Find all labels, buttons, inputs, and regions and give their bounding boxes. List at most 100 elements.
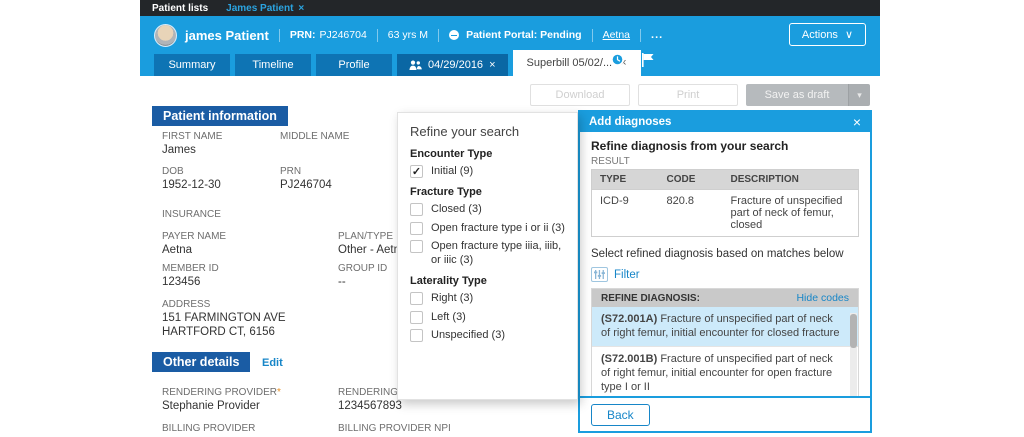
scrollbar-thumb[interactable]	[850, 314, 857, 348]
field-value-line1: 151 FARMINGTON AVE	[162, 312, 286, 324]
checkbox-icon[interactable]	[410, 310, 423, 324]
refine-diagnosis-subtitle: Refine diagnosis from your search	[591, 139, 789, 153]
save-options-caret-icon[interactable]: ▾	[848, 84, 870, 106]
flag-icon[interactable]	[641, 52, 655, 67]
field-rendering-provider: RENDERING PROVIDER* Stephanie Provider	[162, 387, 281, 412]
checkbox-icon[interactable]	[410, 329, 423, 343]
more-menu-icon[interactable]: ...	[651, 29, 663, 41]
checkbox-icon[interactable]	[410, 221, 423, 235]
close-icon[interactable]: ×	[298, 3, 304, 14]
save-as-draft-button[interactable]: Save as draft	[746, 84, 848, 106]
option-label: Initial (9)	[431, 165, 474, 177]
diagnosis-item-s72001b[interactable]: (S72.001B) Fracture of unspecified part …	[592, 345, 858, 396]
close-icon[interactable]: ×	[489, 59, 495, 71]
diagnosis-code: (S72.001A)	[601, 313, 658, 325]
divider	[438, 28, 440, 42]
chevron-down-icon: ∨	[844, 29, 853, 41]
add-diagnoses-modal: Add diagnoses × Refine diagnosis from yo…	[578, 110, 872, 433]
tab-profile[interactable]: Profile	[316, 54, 392, 76]
ehr-window: Patient lists James Patient × james Pati…	[140, 0, 880, 437]
field-prn: PRN PJ246704	[280, 166, 332, 191]
insurance-link[interactable]: Aetna	[603, 29, 630, 41]
filter-label: Filter	[614, 268, 640, 281]
encounter-type-heading: Encounter Type	[410, 148, 493, 160]
col-type: TYPE	[591, 169, 659, 190]
patient-avatar	[154, 23, 177, 47]
popup-title: Refine your search	[410, 124, 520, 139]
checkbox-icon[interactable]: ✓	[410, 165, 423, 178]
field-label: RENDERING PROVIDER*	[162, 387, 281, 398]
field-label: FIRST NAME	[162, 131, 223, 142]
tab-patient-lists[interactable]: Patient lists	[152, 3, 208, 14]
field-label: DOB	[162, 166, 184, 177]
checkbox-icon[interactable]	[410, 202, 423, 216]
field-label: BILLING PROVIDER NPI	[338, 423, 451, 434]
divider	[278, 28, 280, 42]
field-middle-name: MIDDLE NAME	[280, 131, 349, 142]
option-label: Left (3)	[431, 310, 466, 323]
checkbox-icon[interactable]	[410, 240, 423, 254]
patient-header: james Patient PRN: PJ246704 63 yrs M Pat…	[140, 16, 880, 76]
field-value: --	[338, 276, 346, 288]
print-button[interactable]: Print	[638, 84, 738, 106]
field-value: 1952-12-30	[162, 179, 221, 191]
cell-description: Fracture of unspecified part of neck of …	[722, 189, 859, 237]
superbill-toolbar: Download Print Save as draft ▾	[140, 76, 880, 110]
refine-diagnosis-label: REFINE DIAGNOSIS:	[601, 292, 700, 304]
download-button[interactable]: Download	[530, 84, 630, 106]
filter-button[interactable]: Filter	[591, 267, 640, 282]
checkbox-right[interactable]: Right (3)	[410, 291, 565, 306]
diagnosis-list-header: REFINE DIAGNOSIS: Hide codes	[592, 289, 858, 307]
checkbox-icon[interactable]	[410, 291, 423, 305]
tab-james-patient[interactable]: James Patient ×	[226, 3, 304, 14]
field-label: BILLING PROVIDER	[162, 423, 256, 434]
filter-sliders-icon	[591, 267, 608, 282]
patient-age-sex: 63 yrs M	[387, 29, 429, 41]
checkbox-left[interactable]: Left (3)	[410, 310, 565, 325]
checkbox-open-i-ii[interactable]: Open fracture type i or ii (3)	[410, 221, 565, 236]
divider	[376, 28, 378, 42]
tab-summary[interactable]: Summary	[154, 54, 230, 76]
field-payer-name: PAYER NAME Aetna	[162, 231, 226, 256]
modal-body: Refine diagnosis from your search RESULT…	[580, 132, 870, 398]
diagnosis-list: REFINE DIAGNOSIS: Hide codes (S72.001A) …	[591, 288, 859, 396]
divider	[591, 28, 593, 42]
back-button[interactable]: Back	[591, 403, 650, 426]
modal-footer: Back	[580, 398, 870, 431]
checkbox-closed[interactable]: Closed (3)	[410, 202, 565, 217]
modal-header: Add diagnoses ×	[580, 112, 870, 132]
option-label: Unspecified (3)	[431, 329, 505, 342]
fracture-type-heading: Fracture Type	[410, 185, 482, 198]
field-label: GROUP ID	[338, 263, 388, 274]
tab-timeline[interactable]: Timeline	[235, 54, 311, 76]
field-address: ADDRESS 151 FARMINGTON AVE HARTFORD CT, …	[162, 299, 286, 338]
patient-prn: PRN: PJ246704	[290, 29, 367, 41]
portal-status-icon	[449, 30, 460, 40]
field-label: ADDRESS	[162, 299, 211, 310]
scrollbar[interactable]	[850, 313, 857, 396]
toolbar-buttons: Download Print Save as draft ▾	[530, 84, 870, 106]
result-table-header-row: TYPE CODE DESCRIPTION	[591, 169, 859, 190]
history-icon[interactable]	[610, 52, 625, 67]
field-value: Aetna	[162, 244, 193, 256]
option-label: Open fracture type i or ii (3)	[431, 221, 565, 234]
patient-summary-row: james Patient PRN: PJ246704 63 yrs M Pat…	[140, 20, 880, 50]
tab-appointment[interactable]: 04/29/2016 ×	[397, 54, 508, 76]
cell-type: ICD-9	[591, 189, 659, 237]
diagnosis-item-s72001a[interactable]: (S72.001A) Fracture of unspecified part …	[592, 307, 858, 346]
edit-other-details-link[interactable]: Edit	[262, 357, 283, 369]
checkbox-unspecified[interactable]: Unspecified (3)	[410, 329, 565, 343]
window-tab-bar: Patient lists James Patient ×	[140, 0, 880, 16]
field-value: 123456	[162, 276, 201, 288]
field-label: INSURANCE	[162, 209, 221, 220]
close-icon[interactable]: ×	[853, 114, 861, 130]
required-asterisk: *	[277, 387, 281, 398]
checkbox-initial[interactable]: ✓ Initial (9)	[410, 165, 565, 179]
refine-search-popup: Refine your search Encounter Type ✓ Init…	[397, 112, 578, 400]
option-label: Open fracture type iiia, iiib, or iiic (…	[431, 240, 562, 266]
field-value: Stephanie Provider	[162, 400, 260, 412]
actions-button[interactable]: Actions ∨	[788, 23, 866, 46]
patient-name: james Patient	[185, 27, 269, 43]
checkbox-open-iiia-iiib-iiic[interactable]: Open fracture type iiia, iiib, or iiic (…	[410, 240, 565, 268]
hide-codes-link[interactable]: Hide codes	[796, 292, 849, 304]
